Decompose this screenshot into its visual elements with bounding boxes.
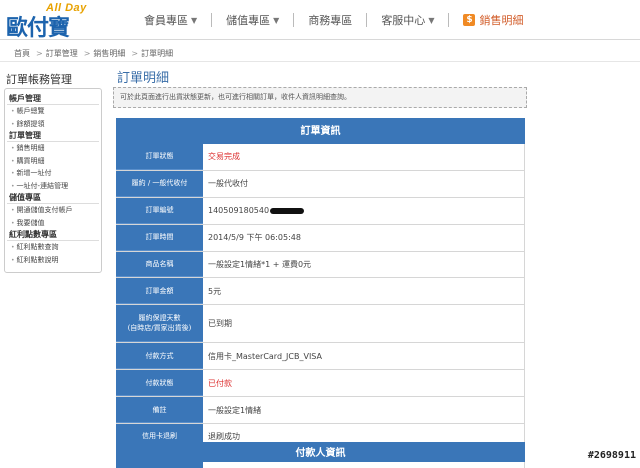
- order-row: 備註 一般設定1情緒: [116, 397, 525, 425]
- sidebar-item[interactable]: 餘額提領: [7, 118, 99, 131]
- order-row-value: 信用卡_MasterCard_JCB_VISA: [203, 343, 525, 370]
- breadcrumb-separator: >: [36, 49, 43, 58]
- order-row-value: 一般設定1情緒*1 + 運費0元: [203, 251, 525, 278]
- order-row: 付款狀態 已付款: [116, 370, 525, 398]
- order-row-value: 交易完成: [203, 144, 525, 170]
- nav-item-0[interactable]: 會員專區 ▼: [130, 12, 211, 28]
- nav-item-sales-detail[interactable]: $ 銷售明細: [449, 12, 537, 28]
- order-row: 訂單狀態 交易完成: [116, 144, 525, 171]
- order-row: 訂單編號 140509180540: [116, 197, 525, 225]
- order-row-label: 訂單編號: [116, 197, 203, 224]
- order-row-value: 一般代收付: [203, 170, 525, 197]
- page-title: 訂單明細: [117, 71, 170, 86]
- order-row-value: 已付款: [203, 370, 525, 397]
- breadcrumb-item[interactable]: 訂單管理: [46, 49, 78, 58]
- sidebar-item[interactable]: 新增一址付: [7, 167, 99, 180]
- order-row-value-text: 退刷成功: [208, 432, 240, 442]
- main-nav: 會員專區 ▼ 儲值專區 ▼ 商務專區 客服中心 ▼ $ 銷售明細: [130, 12, 537, 28]
- payer-info-row: [116, 462, 525, 468]
- breadcrumb: 首頁 > 訂單管理 > 銷售明細 > 訂單明細: [14, 48, 176, 59]
- breadcrumb-item: 訂單明細: [141, 49, 174, 58]
- order-row-label: 付款方式: [116, 343, 203, 370]
- order-row-label: 付款狀態: [116, 370, 203, 397]
- logo-brand: 歐付寶: [6, 16, 70, 41]
- sidebar-group: 帳戶管理: [7, 93, 99, 105]
- order-row-value: 一般設定1情緒: [203, 397, 525, 424]
- sidebar-item[interactable]: 銷售明細: [7, 142, 99, 155]
- order-row: 訂單金額 5元: [116, 278, 525, 306]
- sidebar-group: 紅利點數專區: [7, 229, 99, 241]
- order-row-value-text: 交易完成: [208, 152, 240, 162]
- order-row-value-text: 5元: [208, 286, 222, 296]
- nav-item-label: 會員專區: [144, 14, 188, 27]
- nav-item-1[interactable]: 儲值專區 ▼: [212, 12, 293, 28]
- sidebar-item[interactable]: 開通儲值支付帳戶: [7, 204, 99, 217]
- order-row-value: 140509180540: [203, 197, 525, 224]
- nav-item-label: 客服中心: [381, 14, 426, 27]
- order-row-value-text: 一般設定1情緒*1 + 運費0元: [208, 260, 312, 269]
- order-row-value-text: 已付款: [208, 378, 232, 388]
- order-row-label: 訂單金額: [116, 278, 203, 305]
- order-row-value: 已到期: [203, 305, 525, 343]
- nav-item-label: 儲值專區: [226, 14, 271, 27]
- order-row: 履約 / 一般代收付 一般代收付: [116, 170, 525, 198]
- nav-item-label: 商務專區: [308, 14, 353, 27]
- order-row: 付款方式 信用卡_MasterCard_JCB_VISA: [116, 343, 525, 371]
- order-info-table: 訂單資訊 訂單狀態 交易完成 履約 / 一般代收付 一般代收付 訂單編號 14050918…: [116, 118, 525, 451]
- order-row-label: 商品名稱: [116, 251, 203, 278]
- order-row-value-text: 已到期: [208, 319, 232, 329]
- sidebar-item[interactable]: 一址付-連結管理: [7, 180, 99, 193]
- order-row-label: 訂單時間: [116, 224, 203, 251]
- order-row-value: 2014/5/9 下午 06:05:48: [203, 224, 525, 251]
- allpay-logo[interactable]: All Day 歐付寶: [6, 2, 96, 41]
- breadcrumb-item[interactable]: 首頁: [14, 49, 30, 58]
- sidebar-item[interactable]: 紅利點數說明: [7, 254, 99, 267]
- sidebar-group: 儲值專區: [7, 192, 99, 204]
- order-row-label: 備註: [116, 397, 203, 424]
- sidebar-item[interactable]: 紅利點數查詢: [7, 241, 99, 254]
- order-row-value-text: 140509180540: [208, 206, 270, 216]
- header-divider: [0, 61, 640, 62]
- breadcrumb-item[interactable]: 銷售明細: [93, 49, 125, 58]
- nav-item-2[interactable]: 商務專區: [294, 12, 366, 28]
- chevron-down-icon: ▼: [191, 15, 198, 25]
- order-row: 訂單時間 2014/5/9 下午 06:05:48: [116, 224, 525, 252]
- order-row-value-text: 一般代收付: [208, 179, 248, 189]
- chevron-down-icon: ▼: [428, 15, 435, 25]
- order-row: 履約保證天數 (自時店/買家出貨後) 已到期: [116, 305, 525, 344]
- watermark: #2698911: [587, 450, 636, 461]
- breadcrumb-separator: >: [131, 49, 139, 58]
- order-row-label: 訂單狀態: [116, 144, 203, 170]
- order-info-header: 訂單資訊: [116, 118, 525, 144]
- order-row-value-text: 2014/5/9 下午 06:05:48: [208, 233, 301, 243]
- sidebar-menu: 帳戶管理帳戶總覽餘額提領訂單管理銷售明細購買明細新增一址付一址付-連結管理儲值專…: [4, 88, 102, 273]
- order-row-value: 5元: [203, 278, 525, 305]
- sales-detail-label: 銷售明細: [479, 14, 524, 27]
- top-header: All Day 歐付寶 會員專區 ▼ 儲值專區 ▼ 商務專區 客服中心 ▼ $ 銷售明細: [0, 0, 640, 41]
- breadcrumb-separator: >: [83, 49, 91, 58]
- sidebar-title: 訂單帳務管理: [6, 73, 72, 86]
- order-row: 商品名稱 一般設定1情緒*1 + 運費0元: [116, 251, 525, 279]
- dollar-icon: $: [463, 14, 476, 26]
- order-row-label: 履約 / 一般代收付: [116, 170, 203, 197]
- chevron-down-icon: ▼: [273, 15, 280, 25]
- sidebar-item[interactable]: 我要儲值: [7, 217, 99, 230]
- notice-box: 可於此頁面進行出貨狀態更新，也可進行相關訂單，收件人資訊明細查詢。: [113, 87, 527, 108]
- redaction-mark: [270, 207, 305, 214]
- sidebar-item[interactable]: 購買明細: [7, 155, 99, 168]
- sidebar-group: 訂單管理: [7, 130, 99, 142]
- sidebar-item[interactable]: 帳戶總覽: [7, 105, 99, 118]
- order-row-label: 履約保證天數 (自時店/買家出貨後): [116, 305, 203, 343]
- order-row-value-text: 信用卡_MasterCard_JCB_VISA: [208, 351, 322, 361]
- nav-item-3[interactable]: 客服中心 ▼: [367, 12, 448, 28]
- order-row-value-text: 一般設定1情緒: [208, 405, 262, 415]
